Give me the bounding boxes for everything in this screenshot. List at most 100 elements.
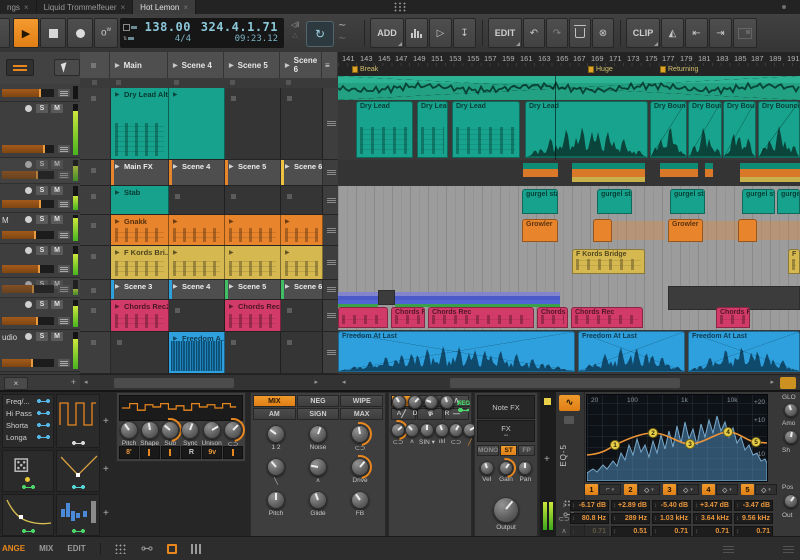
solo-button[interactable]: S: [36, 186, 48, 195]
track-header[interactable]: S M: [0, 158, 80, 184]
eq-band-node[interactable]: 4: [723, 427, 733, 437]
record-arm-button[interactable]: [25, 333, 32, 340]
scene-menu-icon[interactable]: ≡: [322, 52, 338, 78]
mute-button[interactable]: M: [51, 300, 63, 309]
clip-slot[interactable]: ▶: [225, 215, 281, 245]
song-position-value[interactable]: 324.4.1.71: [197, 21, 278, 34]
collapsed-group-track[interactable]: [338, 160, 800, 187]
envelope-modulator-cell[interactable]: [56, 450, 100, 492]
arranger-clip[interactable]: Dry Lead: [525, 101, 648, 158]
layout-switch-button[interactable]: EDIT: [67, 544, 85, 553]
arranger-clip[interactable]: gurgel stal: [742, 189, 775, 214]
collapsed-multitrack-segment[interactable]: [395, 292, 560, 307]
layout-switch-button[interactable]: ANGE: [2, 544, 25, 553]
eq-band-enable-button[interactable]: 1: [585, 484, 598, 495]
track-stop-button[interactable]: [80, 160, 111, 185]
clip-slot[interactable]: ▶: [169, 215, 225, 245]
track-header[interactable]: S M: [0, 278, 80, 298]
modulation-source[interactable]: Hi Pass: [3, 407, 53, 419]
clip-slot[interactable]: ▶ Stab: [111, 186, 169, 214]
clip-slot[interactable]: ▶ Main FX: [111, 160, 169, 185]
arranger-clip[interactable]: Freedom At Last: [688, 331, 800, 372]
solo-button[interactable]: S: [36, 332, 48, 341]
slide-contents-button[interactable]: [733, 18, 757, 48]
redo-button[interactable]: ↷: [546, 18, 568, 48]
mod-connector-icon[interactable]: [71, 485, 85, 489]
arranger-clip[interactable]: [738, 219, 757, 242]
arranger-clip[interactable]: Chords Rec: [716, 307, 750, 328]
tab-close-icon[interactable]: ×: [24, 3, 29, 12]
voice-mode-button[interactable]: MONO: [477, 445, 500, 456]
osc-knob[interactable]: ⊂⊃: [223, 421, 242, 448]
eq-gain-value[interactable]: ↕ -3.47 dB: [734, 500, 773, 511]
track-stop-button[interactable]: [80, 246, 111, 279]
scene-header[interactable]: ▶ Scene 6: [280, 52, 322, 78]
play-button[interactable]: ▶: [13, 18, 39, 48]
clip-menu-button[interactable]: CLIP: [626, 18, 660, 48]
eq-frequency-value[interactable]: ↕ 289 Hz: [611, 513, 650, 524]
volume-fader[interactable]: [2, 200, 54, 208]
track-header[interactable]: M S M: [0, 213, 80, 244]
scene-handle-icon[interactable]: [323, 300, 339, 331]
add-track-icon[interactable]: +: [71, 377, 76, 387]
clip-play-icon[interactable]: ▶: [229, 303, 234, 310]
arranger-clip[interactable]: [338, 307, 388, 328]
eq-gain-value[interactable]: ↕ -5.40 dB: [652, 500, 691, 511]
arranger-clip[interactable]: F: [788, 249, 800, 274]
clip-slot[interactable]: ▶ Scene 6: [281, 280, 323, 299]
clip-play-icon[interactable]: ▶: [229, 218, 234, 225]
pointer-tool-button[interactable]: [54, 59, 80, 76]
arranger-clip[interactable]: Dry Bounce: [688, 101, 722, 158]
insert-button[interactable]: ↧: [453, 18, 476, 48]
osc-knob[interactable]: Sync: [181, 421, 200, 448]
transport-display[interactable]: ⇅ 138.00 4/4 324.4.1.71 09:23.12: [120, 18, 284, 48]
mod-connector-icon[interactable]: [71, 441, 85, 445]
arranger-clip[interactable]: Growler: [522, 219, 558, 242]
shift-left-button[interactable]: ⇤: [685, 18, 708, 48]
add-modulator-button[interactable]: +: [103, 416, 109, 427]
clip-slot[interactable]: ▶: [225, 186, 281, 214]
volume-fader[interactable]: [2, 89, 54, 97]
track-stop-button[interactable]: [80, 88, 111, 159]
osc-waveform-display[interactable]: [119, 395, 243, 421]
stop-all-cell[interactable]: [80, 52, 110, 78]
output-knob[interactable]: Gain: [498, 461, 513, 483]
mute-button[interactable]: M: [51, 246, 63, 255]
master-output-knob[interactable]: Output: [493, 497, 519, 531]
mod-connector-icon[interactable]: [71, 529, 85, 533]
clip-play-icon[interactable]: ▶: [173, 218, 178, 225]
stop-button[interactable]: [40, 18, 66, 48]
solo-button[interactable]: S: [36, 215, 48, 224]
project-tab[interactable]: ngs ×: [0, 0, 37, 14]
record-arm-button[interactable]: [25, 161, 32, 168]
record-arm-button[interactable]: [25, 301, 32, 308]
track-menu-button[interactable]: [58, 317, 70, 325]
clip-play-icon[interactable]: ▶: [229, 249, 234, 256]
note-io-icon[interactable]: [140, 546, 153, 551]
track-menu-icon[interactable]: [6, 59, 34, 76]
clip-slot[interactable]: ▶: [281, 88, 323, 159]
clip-play-icon[interactable]: ▶: [229, 163, 234, 170]
clip-play-icon[interactable]: ▶: [285, 283, 290, 290]
scene-handle-icon[interactable]: [323, 280, 339, 299]
modulation-source[interactable]: Longa: [3, 431, 53, 443]
track-header[interactable]: S M: [0, 244, 80, 278]
clip-slot[interactable]: ▶ Scene 6: [281, 160, 323, 185]
track-stop-button[interactable]: [80, 332, 111, 373]
mixer-knob[interactable]: ʌ: [297, 458, 339, 485]
clip-slot[interactable]: ▶ Freedom A...: [169, 332, 225, 373]
add-modulator-button[interactable]: +: [103, 464, 109, 475]
osc-value-box[interactable]: 9v: [202, 446, 223, 459]
project-panel-icon[interactable]: [723, 544, 734, 553]
record-arm-button[interactable]: [25, 247, 32, 254]
clip-play-icon[interactable]: ▶: [285, 249, 290, 256]
osc-knob[interactable]: Shape: [140, 421, 159, 448]
clip-play-icon[interactable]: ▶: [285, 218, 290, 225]
eq-gain-value[interactable]: ↕ -6.17 dB: [570, 500, 609, 511]
browser-panel-icon[interactable]: [783, 544, 794, 553]
record-arm-button[interactable]: [25, 187, 32, 194]
clip-slot[interactable]: ▶ Scene 4: [169, 160, 225, 185]
arranger-clip[interactable]: [757, 221, 800, 240]
arranger-clip[interactable]: Dry Lead: [356, 101, 413, 158]
clip-slot[interactable]: ▶: [281, 186, 323, 214]
